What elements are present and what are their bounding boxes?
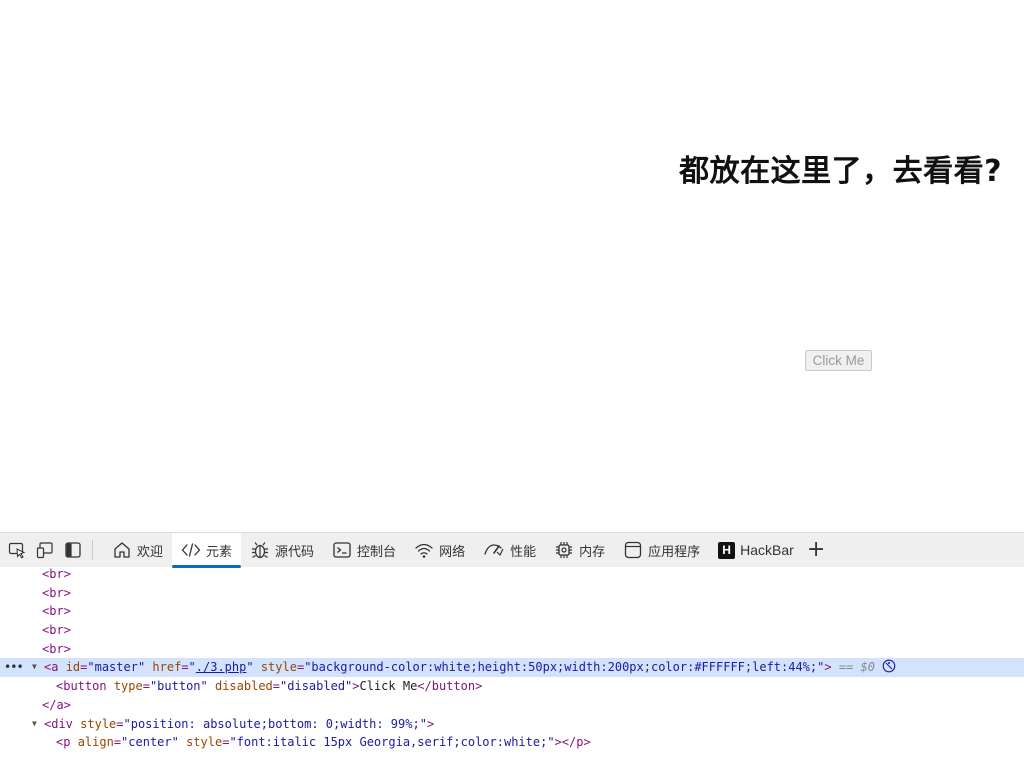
tree-row-br[interactable]: <br> (0, 621, 1024, 640)
dock-sidebar-icon[interactable] (62, 539, 84, 561)
attr-name: align (77, 735, 114, 750)
click-me-button[interactable]: Click Me (805, 350, 872, 371)
tag-open: <button (56, 679, 107, 694)
br-tag: <br> (42, 641, 71, 656)
attr-name: id (65, 660, 81, 675)
tab-label: 元素 (206, 544, 233, 560)
tab-label: 控制台 (357, 544, 397, 560)
application-icon (624, 541, 642, 559)
memory-chip-icon (556, 542, 573, 558)
attr-eq: = (113, 735, 122, 750)
tree-row-selected-anchor[interactable]: ••• ▼ <a id="master" href="./3.php" styl… (0, 658, 1024, 678)
attr-value: "center" (121, 735, 179, 750)
tag-close: > (554, 735, 562, 750)
attr-value: "background-color:white;height:50px;widt… (304, 660, 825, 675)
attr-name: type (113, 679, 143, 694)
tab-hackbar[interactable]: H HackBar (709, 533, 803, 568)
home-icon (114, 542, 130, 558)
tab-label: 内存 (579, 544, 606, 560)
tab-performance[interactable]: 性能 (474, 533, 545, 568)
code-icon (181, 543, 201, 557)
tree-row-paragraph[interactable]: <p align="center" style="font:italic 15p… (0, 733, 1024, 752)
tag-close: > (824, 660, 832, 675)
attr-eq: = (272, 679, 281, 694)
attr-eq: = (116, 716, 124, 731)
attr-value: "master" (87, 660, 146, 675)
tree-row-br[interactable]: <br> (0, 640, 1024, 659)
device-emulation-icon[interactable] (34, 539, 56, 561)
accessibility-icon[interactable] (882, 659, 896, 673)
tab-memory[interactable]: 内存 (545, 533, 614, 568)
tab-welcome[interactable]: 欢迎 (103, 533, 172, 568)
attr-quote: " (246, 660, 254, 675)
wifi-icon (415, 543, 433, 558)
expand-triangle-icon[interactable]: ▼ (32, 658, 37, 677)
tab-label: 应用程序 (648, 544, 701, 560)
br-tag: <br> (42, 623, 71, 638)
more-options-icon[interactable]: ••• (4, 658, 24, 677)
attr-eq: = (142, 679, 150, 694)
toolbar-separator (92, 540, 93, 560)
attr-value: "disabled" (280, 679, 353, 694)
tag-end: </p> (561, 735, 591, 750)
bug-icon (252, 542, 269, 559)
br-tag: <br> (42, 604, 71, 619)
inspect-icon[interactable] (6, 539, 28, 561)
tree-row-br[interactable]: <br> (0, 567, 1024, 584)
tab-label: 欢迎 (137, 544, 164, 560)
tab-label: 网络 (439, 544, 466, 560)
br-tag: <br> (42, 585, 71, 600)
devtools-toolbar: 欢迎 元素 源代码 控制台 网络 性能 内存 应用程序 H HackBar + (0, 532, 1024, 568)
tree-row-br[interactable]: <br> (0, 584, 1024, 603)
devtools-panel: 欢迎 元素 源代码 控制台 网络 性能 内存 应用程序 H HackBar + … (0, 532, 1024, 759)
tag-end: </button> (417, 679, 483, 694)
button-text: Click Me (359, 679, 418, 694)
attr-name: style (80, 716, 117, 731)
tree-row-button[interactable]: <button type="button" disabled="disabled… (0, 677, 1024, 696)
attr-quote: " (188, 660, 196, 675)
page-heading: 都放在这里了，去看看? (679, 154, 1002, 189)
add-tab-icon[interactable]: + (807, 539, 825, 561)
tab-label: 性能 (510, 544, 537, 560)
br-tag: <br> (42, 567, 71, 581)
expand-triangle-icon[interactable]: ▼ (32, 715, 37, 734)
attr-name: style (186, 735, 223, 750)
console-icon (333, 542, 351, 558)
tab-elements[interactable]: 元素 (172, 532, 242, 568)
tag-open: <p (56, 735, 71, 750)
tab-application[interactable]: 应用程序 (614, 533, 709, 568)
attr-name: href (152, 660, 182, 675)
tab-label: HackBar (740, 542, 794, 558)
hackbar-icon: H (718, 541, 736, 559)
attr-name: style (260, 660, 297, 675)
attr-eq: = (181, 660, 189, 675)
master-link[interactable]: Click Me (805, 350, 872, 371)
attr-name: disabled (214, 679, 273, 694)
tab-sources[interactable]: 源代码 (241, 533, 323, 568)
elements-tree: <br> <br> <br> <br> <br> ••• ▼ <a id = "ma… (0, 567, 1024, 759)
attr-value: "font:italic 15px Georgia,serif;color:wh… (229, 735, 555, 750)
tag-open: <a (44, 660, 59, 675)
href-link[interactable]: ./3.php (196, 660, 247, 674)
tab-network[interactable]: 网络 (405, 533, 474, 568)
attr-value: "button" (149, 679, 208, 694)
tag-end: </a> (42, 697, 71, 712)
tab-console[interactable]: 控制台 (323, 533, 405, 568)
selected-marker: == $0 (838, 660, 875, 675)
attr-value: "position: absolute;bottom: 0;width: 99%… (123, 716, 427, 731)
tag-close: > (426, 716, 435, 731)
tree-row-br[interactable]: <br> (0, 602, 1024, 621)
tag-close: > (352, 679, 360, 694)
tree-row-div[interactable]: ▼ <div style="position: absolute;bottom:… (0, 715, 1024, 734)
tree-row-close-anchor[interactable]: </a> (0, 696, 1024, 715)
web-page: 都放在这里了，去看看? Click Me (0, 0, 1024, 532)
tab-label: 源代码 (275, 544, 315, 560)
tag-open: <div (44, 716, 73, 731)
performance-icon (484, 544, 504, 557)
